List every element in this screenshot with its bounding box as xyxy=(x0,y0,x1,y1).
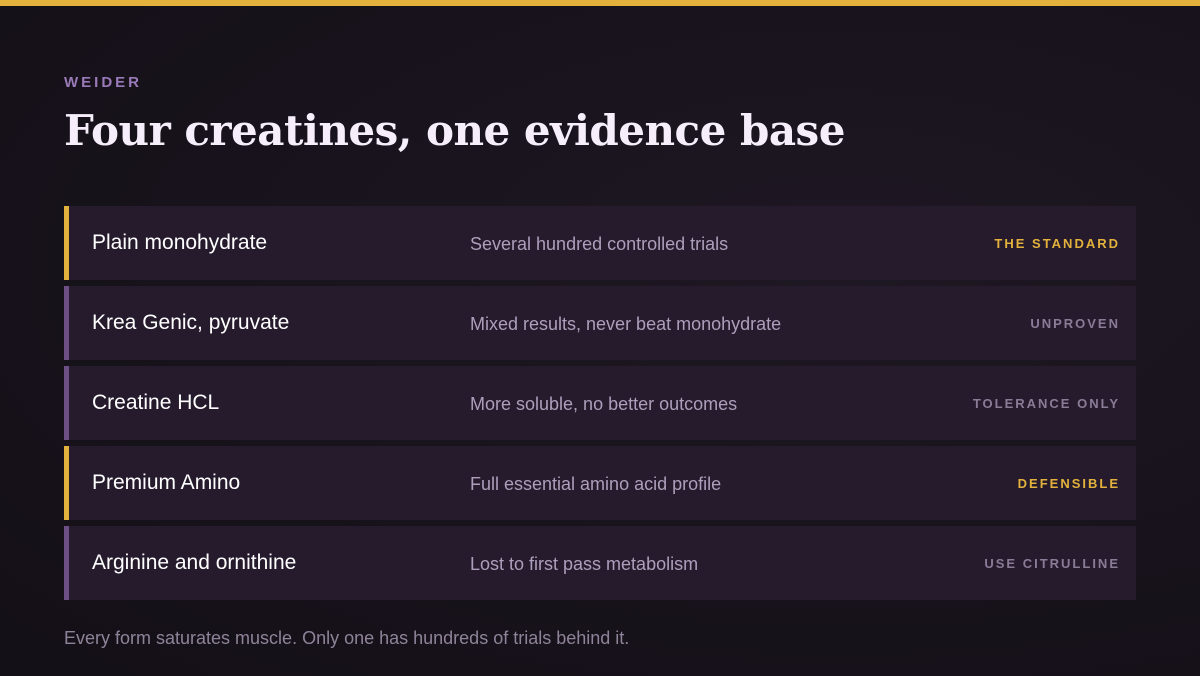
item-name: Krea Genic, pyruvate xyxy=(92,311,290,334)
top-accent-bar xyxy=(0,0,1200,6)
item-description: Several hundred controlled trials xyxy=(470,234,729,254)
item-verdict-tag: THE STANDARD xyxy=(994,236,1120,251)
item-name: Creatine HCL xyxy=(92,391,220,414)
item-verdict-tag: DEFENSIBLE xyxy=(1017,476,1120,491)
item-verdict-tag: UNPROVEN xyxy=(1030,316,1120,331)
item-description: More soluble, no better outcomes xyxy=(470,394,738,414)
item-description: Lost to first pass metabolism xyxy=(470,554,699,574)
item-name: Plain monohydrate xyxy=(92,231,268,254)
item-name: Arginine and ornithine xyxy=(92,551,297,574)
page-title: Four creatines, one evidence base xyxy=(64,106,845,155)
list-item: Krea Genic, pyruvate Mixed results, neve… xyxy=(64,286,1136,360)
item-description: Full essential amino acid profile xyxy=(470,474,722,494)
item-verdict-tag: TOLERANCE ONLY xyxy=(972,396,1120,411)
item-verdict-tag: USE CITRULLINE xyxy=(984,556,1120,571)
list-item: Arginine and ornithine Lost to first pas… xyxy=(64,526,1136,600)
item-name: Premium Amino xyxy=(92,471,241,494)
list-item: Premium Amino Full essential amino acid … xyxy=(64,446,1136,520)
brand-label: WEIDER xyxy=(64,74,142,91)
list-item: Plain monohydrate Several hundred contro… xyxy=(64,206,1136,280)
footer-note: Every form saturates muscle. Only one ha… xyxy=(64,628,630,648)
list-item: Creatine HCL More soluble, no better out… xyxy=(64,366,1136,440)
comparison-list: Plain monohydrate Several hundred contro… xyxy=(64,206,1136,606)
item-description: Mixed results, never beat monohydrate xyxy=(470,314,782,334)
